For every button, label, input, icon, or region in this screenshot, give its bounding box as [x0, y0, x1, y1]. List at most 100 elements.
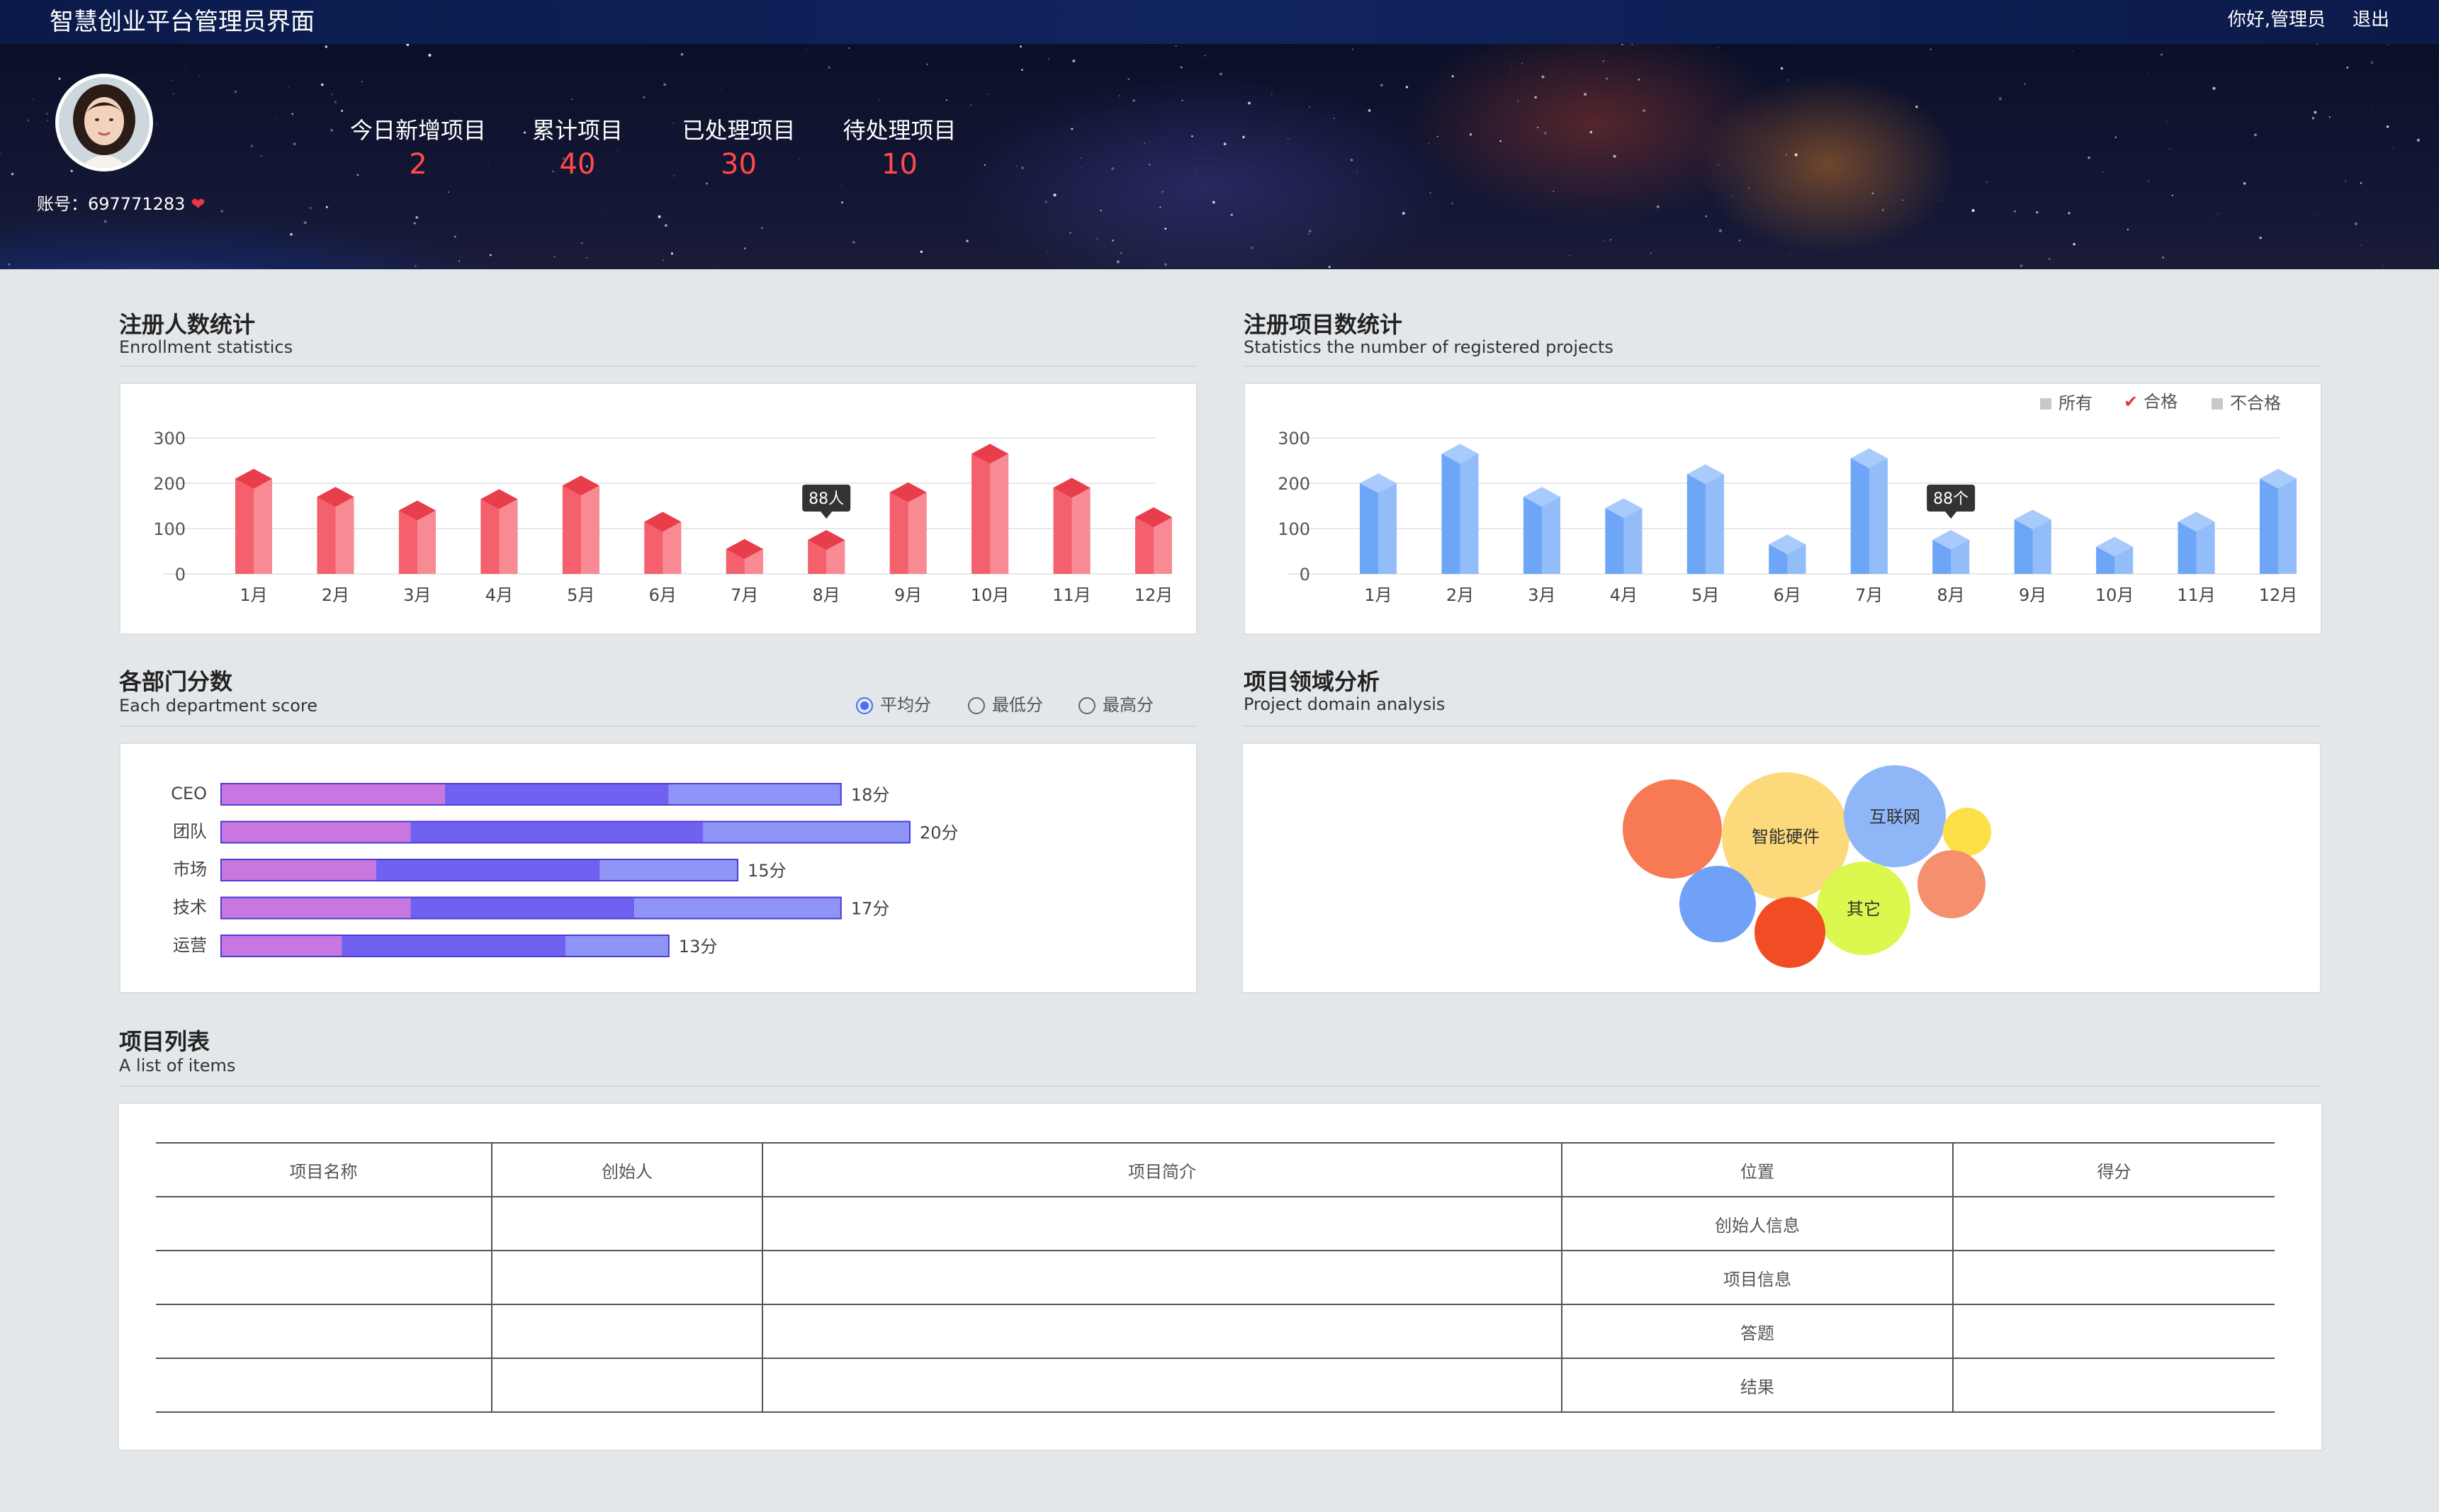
bar-side — [1378, 483, 1397, 574]
star — [1071, 128, 1074, 130]
department-subtitle: Each department score — [119, 696, 318, 716]
projects-title: 注册项目数统计 — [1244, 311, 1403, 338]
bar-side — [1541, 497, 1560, 574]
bar-segment — [221, 859, 376, 881]
user-avatar-icon — [59, 77, 150, 168]
table-cell[interactable]: 项目信息 — [1561, 1251, 1953, 1305]
star — [1356, 171, 1358, 172]
legend-unqualified[interactable]: 不合格 — [2212, 393, 2281, 414]
column-header[interactable]: 项目名称 — [156, 1142, 492, 1197]
divider — [1244, 726, 2321, 727]
legend-all[interactable]: 所有 — [2040, 393, 2092, 414]
star — [334, 101, 337, 103]
star — [852, 241, 855, 244]
star — [1553, 191, 1555, 192]
star — [2328, 116, 2331, 118]
radio-min[interactable]: 最低分 — [968, 694, 1043, 716]
star — [2216, 213, 2219, 215]
stat-value: 30 — [721, 148, 757, 181]
star — [1643, 109, 1645, 112]
checkmark-icon: ✔ — [2124, 392, 2139, 412]
table-cell[interactable]: 结果 — [1561, 1358, 1953, 1413]
table-cell[interactable]: 答题 — [1561, 1304, 1953, 1359]
star — [260, 154, 262, 157]
table-row[interactable]: 项目信息 — [156, 1251, 2275, 1305]
bar — [1769, 534, 1806, 574]
table-cell — [156, 1197, 492, 1251]
star — [1132, 99, 1135, 102]
star — [58, 77, 61, 80]
star — [1161, 191, 1164, 193]
x-tick-label: 6月 — [1774, 585, 1801, 605]
radio-average[interactable]: 平均分 — [856, 694, 931, 716]
star — [155, 123, 157, 125]
avatar[interactable] — [55, 74, 153, 171]
x-tick-label: 4月 — [1610, 585, 1638, 605]
star — [330, 129, 334, 132]
star — [1053, 193, 1057, 197]
bar — [1441, 444, 1479, 574]
list-title: 项目列表 — [119, 1028, 210, 1055]
domain-bubble: 互联网 — [1844, 765, 1946, 867]
divider — [119, 726, 1196, 727]
column-header[interactable]: 项目简介 — [762, 1142, 1562, 1197]
table-row[interactable]: 创始人信息 — [156, 1197, 2275, 1251]
column-header[interactable]: 位置 — [1561, 1142, 1953, 1197]
star — [1212, 201, 1215, 204]
star — [415, 216, 419, 219]
bar-segment — [668, 784, 841, 805]
domain-title: 项目领域分析 — [1244, 668, 1380, 695]
divider — [119, 1085, 2321, 1087]
star — [1069, 232, 1071, 234]
bar-segment — [221, 821, 411, 843]
star — [1016, 165, 1018, 167]
y-tick-label: 200 — [1278, 474, 1310, 494]
star — [1100, 209, 1102, 211]
star — [1204, 55, 1206, 57]
bar-segment — [221, 935, 342, 957]
star — [2102, 171, 2105, 174]
radio-max[interactable]: 最高分 — [1078, 694, 1154, 716]
star — [662, 259, 665, 261]
bar-side — [1460, 453, 1479, 574]
star — [1436, 135, 1438, 137]
star — [1786, 79, 1789, 81]
star — [1451, 74, 1454, 78]
star — [1096, 237, 1098, 239]
star — [984, 164, 986, 167]
bar — [235, 468, 272, 574]
divider — [1244, 366, 2321, 367]
domain-bubble — [1917, 850, 1985, 918]
bar-segment — [410, 821, 704, 843]
x-tick-label: 10月 — [2095, 585, 2134, 605]
score-label: 15分 — [748, 861, 787, 881]
table-row[interactable]: 结果 — [156, 1358, 2275, 1413]
star — [1606, 77, 1609, 80]
x-tick-label: 1月 — [1364, 585, 1392, 605]
logout-link[interactable]: 退出 — [2353, 7, 2389, 33]
star — [1350, 159, 1353, 162]
star — [2068, 212, 2071, 215]
star — [1521, 62, 1523, 64]
column-header[interactable]: 得分 — [1952, 1142, 2275, 1197]
star — [1786, 154, 1787, 156]
star — [1248, 101, 1251, 105]
table-row[interactable]: 答题 — [156, 1304, 2275, 1359]
star — [2180, 171, 2182, 173]
bar — [2096, 536, 2134, 574]
legend-qualified[interactable]: ✔ 合格 — [2124, 391, 2178, 412]
x-tick-label: 11月 — [2177, 585, 2216, 605]
bar-side — [908, 492, 927, 574]
table-cell[interactable]: 创始人信息 — [1561, 1197, 1953, 1251]
category-label: CEO — [171, 784, 207, 803]
star — [553, 256, 556, 258]
column-header[interactable]: 创始人 — [491, 1142, 762, 1197]
star — [2316, 44, 2318, 45]
bar-segment — [342, 935, 565, 957]
table-cell — [156, 1304, 492, 1359]
bar — [971, 444, 1009, 574]
stat-value: 40 — [559, 148, 596, 181]
star — [680, 53, 684, 56]
star — [309, 206, 312, 210]
legend-square-icon — [2212, 398, 2223, 410]
